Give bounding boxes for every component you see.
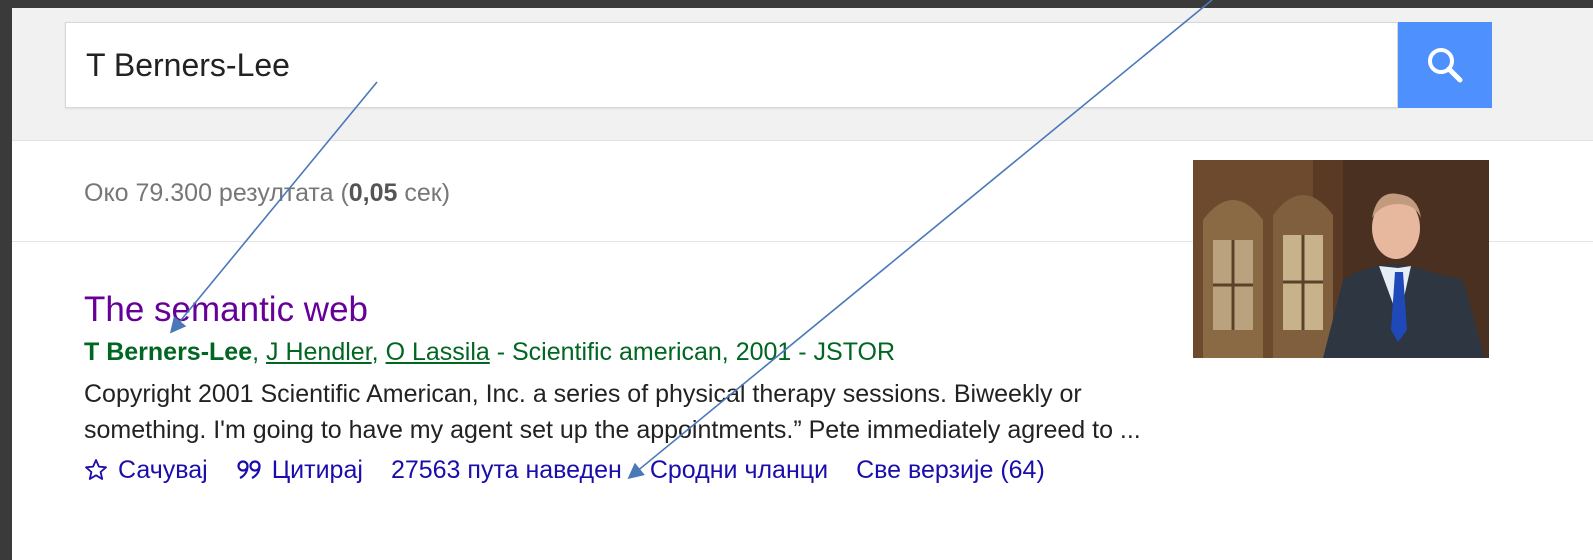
- search-button[interactable]: [1398, 22, 1492, 108]
- snippet-line: something. I'm going to have my agent se…: [84, 416, 1141, 444]
- search-icon: [1428, 48, 1463, 83]
- result-actions: Сачувај Цитирај 27563 пута наведен Сродн…: [84, 452, 1184, 488]
- result-source: - Scientific american, 2001 - JSTOR: [489, 338, 896, 366]
- author-hendler-link[interactable]: J Hendler: [266, 338, 372, 366]
- result-title-link[interactable]: The semantic web: [84, 288, 368, 332]
- quote-icon: [236, 458, 262, 482]
- star-icon: [84, 458, 108, 482]
- search-header: [12, 8, 1593, 141]
- save-button[interactable]: Сачувај: [84, 452, 208, 488]
- search-box[interactable]: [65, 22, 1398, 108]
- all-versions-link[interactable]: Све верзије (64): [856, 452, 1045, 488]
- author-separator: ,: [371, 338, 386, 366]
- save-label: Сачувај: [118, 456, 208, 484]
- result-item: The semantic web T Berners-Lee, J Hendle…: [84, 288, 1184, 488]
- cited-by-link[interactable]: 27563 пута наведен: [391, 452, 622, 488]
- author-separator: ,: [252, 338, 267, 366]
- cite-button[interactable]: Цитирај: [236, 452, 363, 488]
- result-authors: T Berners-Lee, J Hendler, O Lassila - Sc…: [84, 336, 1184, 368]
- author-lassila-link[interactable]: O Lassila: [386, 338, 490, 366]
- stats-suffix: сек): [397, 179, 451, 207]
- author-photo: [1193, 160, 1489, 358]
- stats-prefix: Око 79.300 резултата (: [84, 179, 349, 207]
- cite-label: Цитирај: [271, 456, 363, 484]
- related-articles-link[interactable]: Сродни чланци: [650, 452, 828, 488]
- author-berners-lee: T Berners-Lee: [84, 338, 253, 366]
- result-snippet: Copyright 2001 Scientific American, Inc.…: [84, 376, 1184, 448]
- scholar-results-page: Око 79.300 резултата (0,05 сек) The sema…: [12, 8, 1593, 560]
- snippet-line: Copyright 2001 Scientific American, Inc.…: [84, 380, 1082, 408]
- search-input[interactable]: [86, 45, 1386, 85]
- results-stats: Око 79.300 резултата (0,05 сек): [84, 179, 450, 208]
- stats-time: 0,05: [348, 179, 398, 207]
